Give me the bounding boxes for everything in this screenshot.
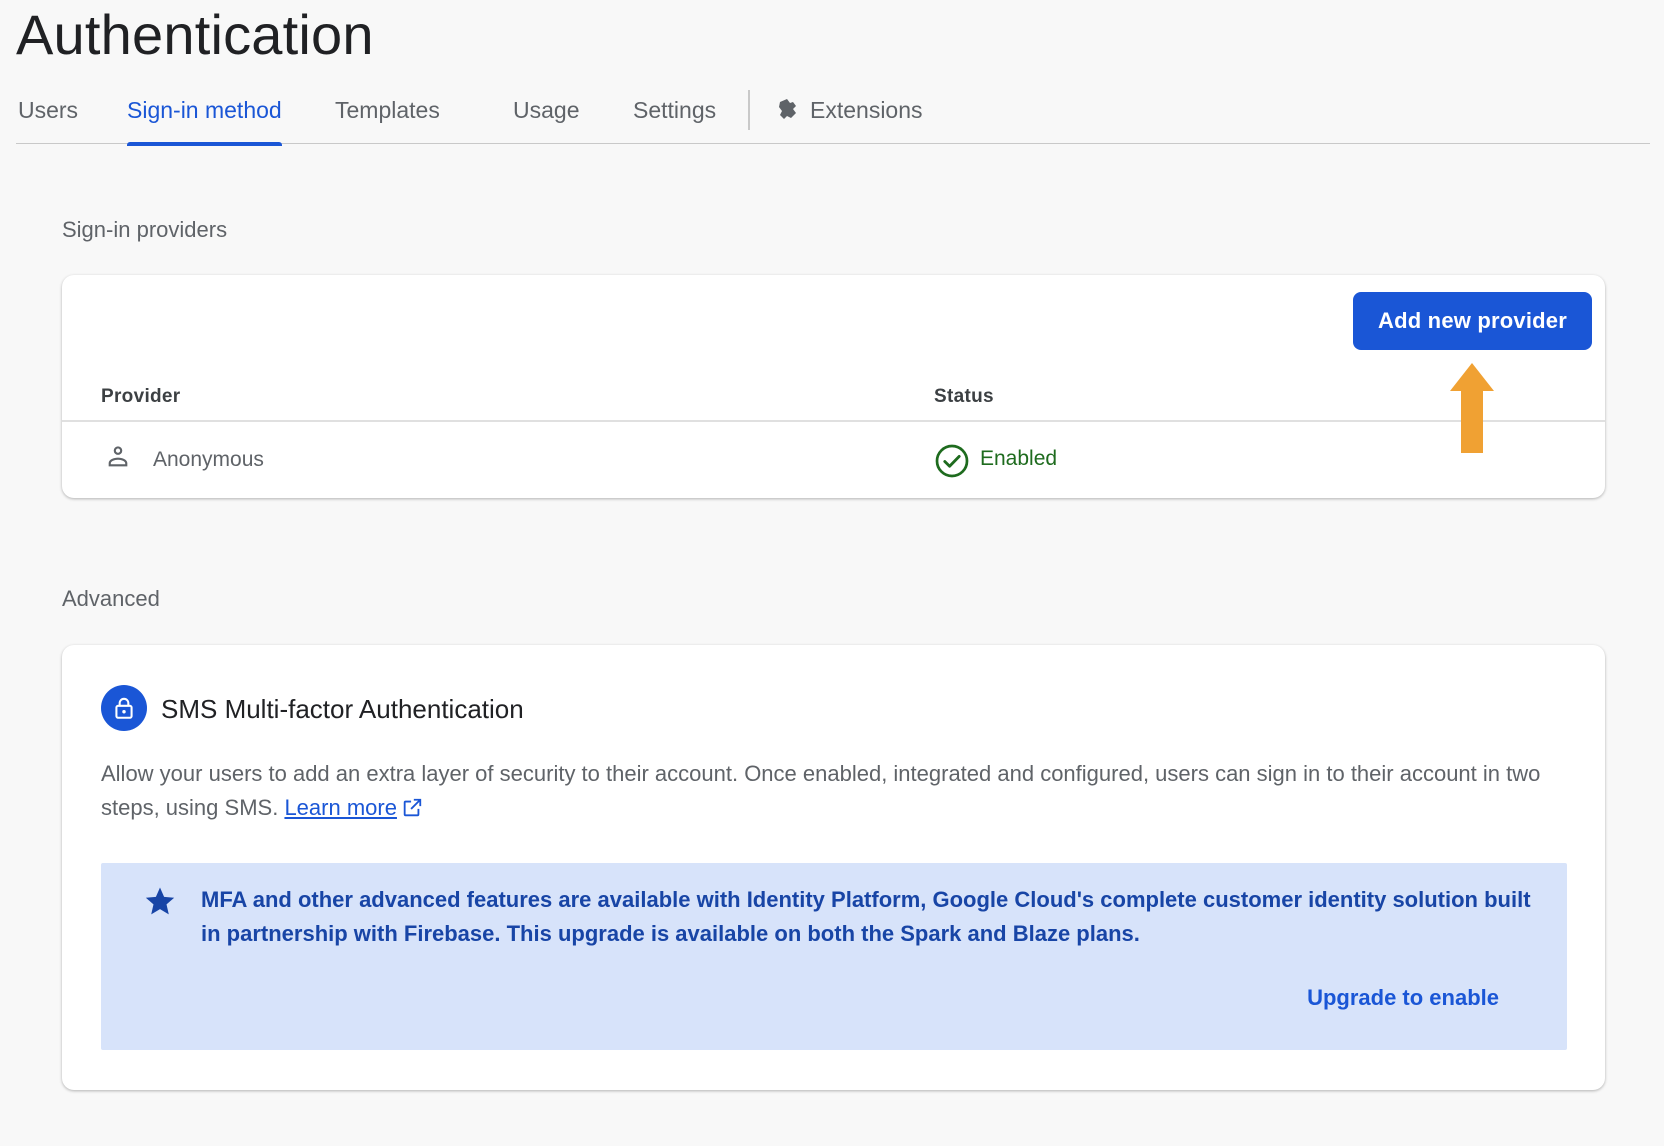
tab-extensions[interactable]: Extensions <box>776 86 923 144</box>
authentication-page: Authentication Users Sign-in method Temp… <box>0 0 1664 1146</box>
extensions-icon <box>776 89 800 137</box>
tab-templates[interactable]: Templates <box>335 86 440 144</box>
advanced-heading: Advanced <box>62 586 160 611</box>
upgrade-to-enable-link[interactable]: Upgrade to enable <box>1307 985 1499 1011</box>
person-icon <box>102 441 134 478</box>
check-circle-icon <box>934 443 970 484</box>
tab-usage[interactable]: Usage <box>513 86 579 144</box>
tab-divider <box>748 90 750 130</box>
mfa-description: Allow your users to add an extra layer o… <box>101 757 1581 829</box>
external-link-icon <box>401 795 423 829</box>
status-badge: Enabled <box>980 447 1058 470</box>
page-title: Authentication <box>16 3 374 66</box>
column-header-status: Status <box>934 386 994 407</box>
arrow-up-icon <box>1450 361 1494 460</box>
tab-extensions-label: Extensions <box>810 97 923 123</box>
learn-more-label: Learn more <box>284 795 397 820</box>
sign-in-providers-heading: Sign-in providers <box>62 217 228 242</box>
star-icon <box>143 884 177 923</box>
mfa-title: SMS Multi-factor Authentication <box>161 694 524 724</box>
lock-icon <box>101 685 147 731</box>
tab-settings[interactable]: Settings <box>633 86 716 144</box>
sign-in-providers-card: Add new provider Provider Status Anonymo… <box>62 275 1605 498</box>
table-header-divider <box>62 420 1605 422</box>
upgrade-banner: MFA and other advanced features are avai… <box>101 863 1567 1050</box>
upgrade-message: MFA and other advanced features are avai… <box>201 887 1531 946</box>
tab-sign-in-method[interactable]: Sign-in method <box>127 86 282 146</box>
learn-more-link[interactable]: Learn more <box>284 795 423 820</box>
tab-users[interactable]: Users <box>18 86 78 144</box>
tab-bar: Users Sign-in method Templates Usage Set… <box>16 86 1650 146</box>
column-header-provider: Provider <box>101 386 181 407</box>
add-new-provider-button[interactable]: Add new provider <box>1353 292 1592 350</box>
sms-mfa-card: SMS Multi-factor Authentication Allow yo… <box>62 645 1605 1090</box>
provider-anonymous-name[interactable]: Anonymous <box>153 448 264 472</box>
